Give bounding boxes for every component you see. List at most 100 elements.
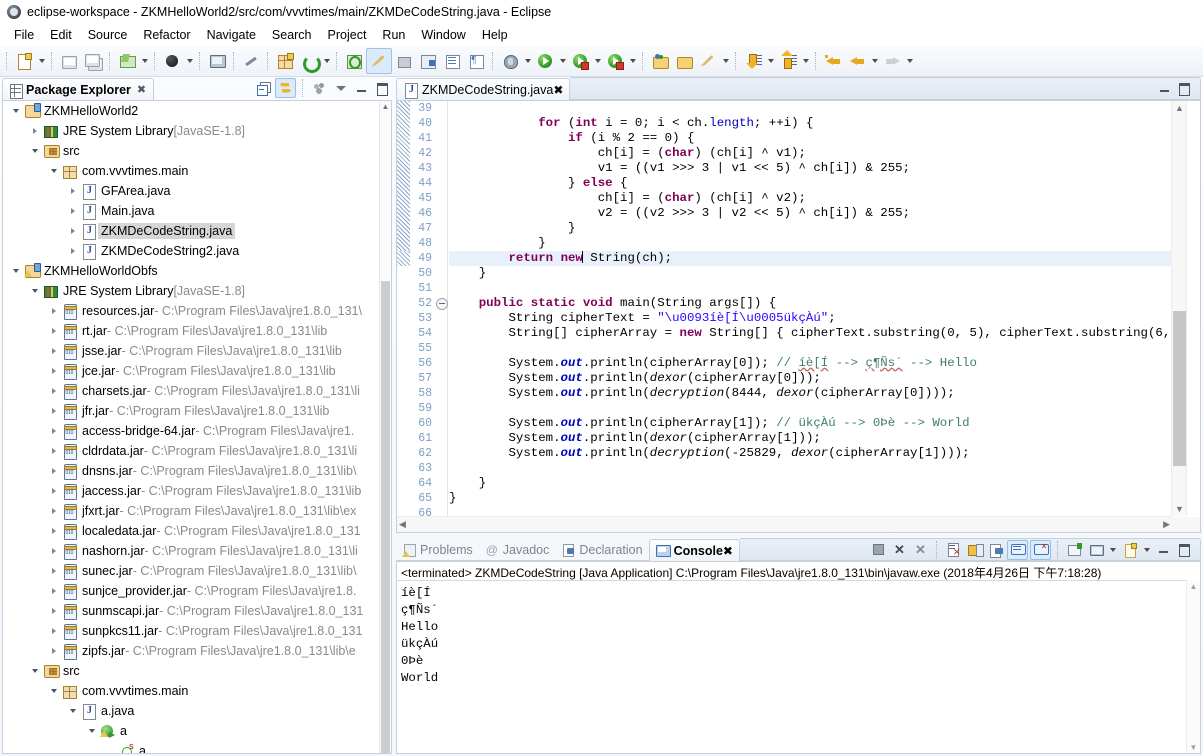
chevron-down-icon[interactable] [9,101,23,121]
tree-item-charsets-jar[interactable]: charsets.jar - C:\Program Files\Java\jre… [3,381,380,401]
new-java-project-icon[interactable] [342,49,366,73]
tree-item-a[interactable]: a [3,741,380,753]
tree-item-sunmscapi-jar[interactable]: sunmscapi.jar - C:\Program Files\Java\jr… [3,601,380,621]
scroll-right-icon[interactable]: ▶ [1163,519,1170,530]
tab-javadoc[interactable]: @ Javadoc [478,539,556,561]
tree-item-gfarea-java[interactable]: GFArea.java [3,181,380,201]
back-dropdown-icon[interactable] [869,50,880,72]
chevron-right-icon[interactable] [47,461,61,481]
scroll-down-icon[interactable]: ▼ [1187,741,1200,753]
new-console-view-dropdown-icon[interactable] [1141,539,1152,561]
tree-item-jfxrt-jar[interactable]: jfxrt.jar - C:\Program Files\Java\jre1.8… [3,501,380,521]
tree-item-cldrdata-jar[interactable]: cldrdata.jar - C:\Program Files\Java\jre… [3,441,380,461]
previous-annotation-dropdown-icon[interactable] [800,50,811,72]
chevron-down-icon[interactable] [9,261,23,281]
menu-window[interactable]: Window [413,26,473,44]
tree-item-zkmhelloworldobfs[interactable]: ZKMHelloWorldObfs [3,261,380,281]
scroll-left-icon[interactable]: ◀ [399,519,406,530]
tree-item-sunjce-provider-jar[interactable]: sunjce_provider.jar - C:\Program Files\J… [3,581,380,601]
menu-navigate[interactable]: Navigate [199,26,264,44]
chevron-right-icon[interactable] [47,301,61,321]
minimize-icon[interactable] [1158,82,1171,95]
new-wizard-icon[interactable] [12,49,36,73]
tree-item-resources-jar[interactable]: resources.jar - C:\Program Files\Java\jr… [3,301,380,321]
tree-item-zkmdecodestring2-java[interactable]: ZKMDeCodeString2.java [3,241,380,261]
edit-pencil-icon[interactable] [366,48,392,74]
collapse-all-icon[interactable] [254,79,273,97]
remove-all-terminated-icon[interactable]: ✕ [911,541,930,559]
tree-item-sunpkcs11-jar[interactable]: sunpkcs11.jar - C:\Program Files\Java\jr… [3,621,380,641]
view-menu-dots-icon[interactable] [310,79,329,97]
menu-search[interactable]: Search [264,26,320,44]
menu-run[interactable]: Run [374,26,413,44]
close-icon[interactable]: ✖ [553,83,563,97]
chevron-down-icon[interactable] [28,661,42,681]
tree-item-jsse-jar[interactable]: jsse.jar - C:\Program Files\Java\jre1.8.… [3,341,380,361]
tree-item-a[interactable]: a [3,721,380,741]
console-output[interactable]: íè[Í ç¶Ñs´ Hello ükçÀú 0Þè World [397,585,1200,687]
open-folder2-icon[interactable] [672,49,696,73]
marker-pen-icon[interactable] [696,49,720,73]
scroll-up-icon[interactable]: ▲ [1187,580,1200,592]
menu-refactor[interactable]: Refactor [135,26,198,44]
marker-pen-dropdown-icon[interactable] [720,50,731,72]
link-editor-icon[interactable] [392,49,416,73]
close-icon[interactable]: ✖ [723,544,733,558]
chevron-right-icon[interactable] [47,641,61,661]
tree-item-localedata-jar[interactable]: localedata.jar - C:\Program Files\Java\j… [3,521,380,541]
new-console-view-icon[interactable] [1120,541,1139,559]
chevron-right-icon[interactable] [47,581,61,601]
chevron-right-icon[interactable] [47,441,61,461]
tab-console[interactable]: Console ✖ [648,539,740,561]
paragraph-icon[interactable]: ¶ [464,49,488,73]
open-console-icon[interactable] [205,49,229,73]
editor-overview-ruler[interactable] [1186,101,1200,516]
new-java-package-icon[interactable] [273,49,297,73]
tree-item-zkmdecodestring-java[interactable]: ZKMDeCodeString.java [3,221,380,241]
menu-project[interactable]: Project [320,26,375,44]
chevron-down-icon[interactable] [47,161,61,181]
toggle-breadcrumb-dropdown-icon[interactable] [139,50,150,72]
terminate-icon[interactable] [869,541,888,559]
open-type-dropdown-icon[interactable] [184,50,195,72]
tree-item-com-vvvtimes-main[interactable]: com.vvvtimes.main [3,681,380,701]
chevron-down-icon[interactable] [28,141,42,161]
scroll-up-icon[interactable]: ▲ [380,101,391,112]
chevron-right-icon[interactable] [47,321,61,341]
remove-launch-icon[interactable]: ✕ [890,541,909,559]
fold-collapse-icon[interactable] [435,296,448,311]
debug-dropdown-icon[interactable] [522,50,533,72]
open-console-dropdown-icon[interactable] [1107,539,1118,561]
chevron-right-icon[interactable] [47,421,61,441]
tree-item-jaccess-jar[interactable]: jaccess.jar - C:\Program Files\Java\jre1… [3,481,380,501]
folding-ruler[interactable] [435,101,448,532]
chevron-down-icon[interactable] [66,701,80,721]
coverage-dropdown-icon[interactable] [627,50,638,72]
tree-item-sunec-jar[interactable]: sunec.jar - C:\Program Files\Java\jre1.8… [3,561,380,581]
run-icon[interactable] [533,49,557,73]
tree-item-src[interactable]: src [3,141,380,161]
next-annotation-icon[interactable] [741,49,765,73]
debug-icon[interactable] [498,49,522,73]
chevron-right-icon[interactable] [47,561,61,581]
back-icon[interactable] [845,49,869,73]
tree-item-zkmhelloworld2[interactable]: ZKMHelloWorld2 [3,101,380,121]
open-type-icon[interactable] [160,49,184,73]
editor-horizontal-scrollbar[interactable]: ◀ ▶ [397,516,1172,532]
chevron-right-icon[interactable] [47,341,61,361]
toggle-breadcrumb-icon[interactable] [115,49,139,73]
tree-item-jre-system-library[interactable]: JRE System Library [JavaSE-1.8] [3,281,380,301]
coverage-icon[interactable] [603,49,627,73]
tree-item-src[interactable]: src [3,661,380,681]
refresh-dropdown-icon[interactable] [321,50,332,72]
open-console-icon[interactable] [1086,541,1105,559]
scroll-thumb[interactable] [1173,311,1186,466]
last-edit-location-icon[interactable] [821,49,845,73]
console-scrollbar[interactable]: ▲ ▼ [1186,580,1200,753]
chevron-right-icon[interactable] [47,481,61,501]
tree-item-jce-jar[interactable]: jce.jar - C:\Program Files\Java\jre1.8.0… [3,361,380,381]
chevron-right-icon[interactable] [47,381,61,401]
editor-vertical-scrollbar[interactable]: ▲ ▼ [1171,101,1187,516]
minimize-icon[interactable] [1154,541,1173,559]
tree-item-nashorn-jar[interactable]: nashorn.jar - C:\Program Files\Java\jre1… [3,541,380,561]
